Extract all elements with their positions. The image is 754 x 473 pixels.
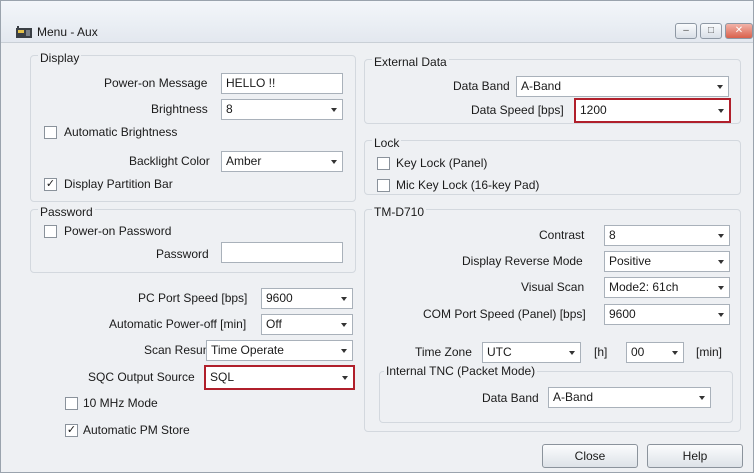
brightness-select[interactable]: 8	[221, 99, 343, 120]
chevron-down-icon	[342, 376, 348, 380]
chevron-down-icon	[341, 297, 347, 301]
key-lock-label: Key Lock (Panel)	[396, 156, 488, 170]
partition-bar-label: Display Partition Bar	[64, 177, 173, 191]
app-icon	[16, 26, 32, 38]
maximize-icon: □	[707, 25, 715, 36]
tnc-data-band-select[interactable]: A-Band	[548, 387, 711, 408]
mhz-mode-checkbox[interactable]	[65, 397, 78, 410]
minute-unit-label: [min]	[696, 345, 723, 359]
com-port-select[interactable]: 9600	[604, 304, 730, 325]
visual-scan-value: Mode2: 61ch	[609, 280, 679, 294]
close-window-button[interactable]: ✕	[725, 23, 753, 39]
aux-menu-window: Menu - Aux – □ ✕ Display Power-on Messag…	[0, 0, 754, 473]
chevron-down-icon	[718, 234, 724, 238]
external-data-group-title: External Data	[372, 55, 449, 69]
tnc-data-band-value: A-Band	[553, 390, 594, 404]
title-bar: Menu - Aux – □ ✕	[1, 1, 753, 43]
power-on-message-input[interactable]: HELLO !!	[221, 73, 343, 94]
minimize-icon: –	[683, 25, 689, 36]
chevron-down-icon	[672, 351, 678, 355]
pm-store-label: Automatic PM Store	[83, 423, 190, 437]
brightness-label: Brightness	[151, 102, 208, 116]
partition-bar-checkbox[interactable]: ✓	[44, 178, 57, 191]
data-speed-label: Data Speed [bps]	[471, 103, 564, 117]
data-speed-select[interactable]: 1200	[574, 98, 731, 123]
pc-port-speed-value: 9600	[266, 291, 293, 305]
checkmark-icon: ✓	[66, 424, 77, 436]
visual-scan-select[interactable]: Mode2: 61ch	[604, 277, 730, 298]
auto-power-off-value: Off	[266, 317, 282, 331]
minute-value: 00	[631, 345, 645, 359]
contrast-label: Contrast	[539, 228, 585, 242]
auto-brightness-label: Automatic Brightness	[64, 125, 178, 139]
com-port-value: 9600	[609, 307, 636, 321]
checkmark-icon: ✓	[45, 178, 56, 190]
password-label: Password	[156, 247, 209, 261]
chevron-down-icon	[718, 260, 724, 264]
brightness-value: 8	[226, 102, 233, 116]
maximize-button[interactable]: □	[700, 23, 722, 39]
tmd710-group-title: TM-D710	[372, 205, 427, 219]
display-reverse-value: Positive	[609, 254, 652, 268]
scan-resume-value: Time Operate	[211, 343, 284, 357]
chevron-down-icon	[341, 323, 347, 327]
minute-select[interactable]: 00	[626, 342, 684, 363]
chevron-down-icon	[569, 351, 575, 355]
chevron-down-icon	[341, 349, 347, 353]
tnc-data-band-label: Data Band	[482, 391, 539, 405]
data-band-select[interactable]: A-Band	[516, 76, 729, 97]
chevron-down-icon	[331, 108, 337, 112]
sqc-output-label: SQC Output Source	[88, 370, 195, 384]
auto-power-off-label: Automatic Power-off [min]	[109, 317, 247, 331]
visual-scan-label: Visual Scan	[521, 280, 585, 294]
close-button[interactable]: Close	[542, 444, 638, 468]
minimize-button[interactable]: –	[675, 23, 697, 39]
chevron-down-icon	[718, 313, 724, 317]
pc-port-speed-label: PC Port Speed [bps]	[138, 291, 248, 305]
chevron-down-icon	[699, 396, 705, 400]
display-group-title: Display	[38, 51, 82, 65]
lock-group-title: Lock	[372, 136, 402, 150]
power-on-password-checkbox[interactable]	[44, 225, 57, 238]
pc-port-speed-select[interactable]: 9600	[261, 288, 353, 309]
scan-resume-select[interactable]: Time Operate	[206, 340, 353, 361]
data-band-label: Data Band	[453, 79, 510, 93]
power-on-message-label: Power-on Message	[104, 76, 208, 90]
display-reverse-label: Display Reverse Mode	[462, 254, 583, 268]
chevron-down-icon	[331, 160, 337, 164]
data-speed-value: 1200	[580, 103, 607, 117]
mic-key-lock-checkbox[interactable]	[377, 179, 390, 192]
time-zone-value: UTC	[487, 345, 512, 359]
display-reverse-select[interactable]: Positive	[604, 251, 730, 272]
hour-unit-label: [h]	[594, 345, 608, 359]
chevron-down-icon	[717, 85, 723, 89]
com-port-label: COM Port Speed (Panel) [bps]	[423, 307, 586, 321]
contrast-value: 8	[609, 228, 616, 242]
sqc-output-value: SQL	[210, 370, 235, 384]
key-lock-checkbox[interactable]	[377, 157, 390, 170]
auto-power-off-select[interactable]: Off	[261, 314, 353, 335]
mic-key-lock-label: Mic Key Lock (16-key Pad)	[396, 178, 540, 192]
password-group-title: Password	[38, 205, 95, 219]
auto-brightness-checkbox[interactable]	[44, 126, 57, 139]
chevron-down-icon	[718, 109, 724, 113]
mhz-mode-label: 10 MHz Mode	[83, 396, 158, 410]
pm-store-checkbox[interactable]: ✓	[65, 424, 78, 437]
power-on-password-label: Power-on Password	[64, 224, 172, 238]
time-zone-label: Time Zone	[415, 345, 472, 359]
backlight-color-value: Amber	[226, 154, 262, 168]
chevron-down-icon	[718, 286, 724, 290]
window-title: Menu - Aux	[37, 25, 98, 39]
close-icon: ✕	[734, 25, 744, 36]
password-input[interactable]	[221, 242, 343, 263]
backlight-color-select[interactable]: Amber	[221, 151, 343, 172]
backlight-color-label: Backlight Color	[129, 154, 210, 168]
help-button[interactable]: Help	[647, 444, 743, 468]
sqc-output-select[interactable]: SQL	[204, 365, 355, 390]
data-band-value: A-Band	[521, 79, 562, 93]
internal-tnc-group-title: Internal TNC (Packet Mode)	[384, 364, 538, 378]
time-zone-select[interactable]: UTC	[482, 342, 581, 363]
contrast-select[interactable]: 8	[604, 225, 730, 246]
